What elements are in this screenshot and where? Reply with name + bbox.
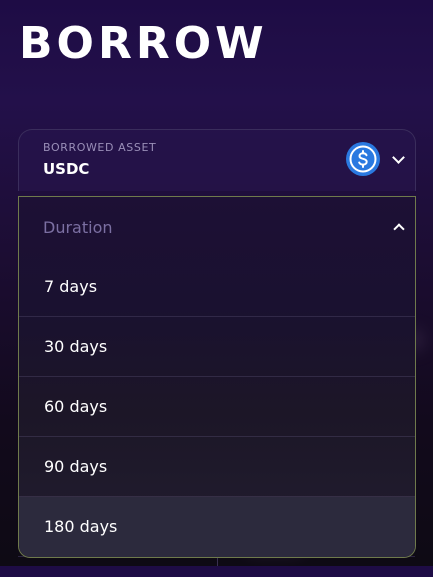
chevron-up-icon[interactable] [393, 223, 405, 235]
duration-options-list: 7 days 30 days 60 days 90 days 180 days [19, 257, 415, 557]
option-label: 60 days [44, 397, 108, 416]
duration-dropdown-title: Duration [43, 218, 113, 237]
chevron-down-icon[interactable] [392, 151, 405, 164]
borrowed-asset-select[interactable]: BORROWED ASSET USDC [18, 129, 416, 191]
duration-option-30-days[interactable]: 30 days [19, 317, 415, 377]
option-label: 7 days [44, 277, 98, 296]
duration-option-60-days[interactable]: 60 days [19, 377, 415, 437]
option-label: 180 days [44, 517, 118, 536]
page-title: BORROW [19, 18, 268, 69]
borrowed-asset-value: USDC [43, 160, 90, 178]
usdc-coin-icon [346, 142, 380, 176]
borrowed-asset-label: BORROWED ASSET [43, 141, 157, 154]
duration-option-180-days[interactable]: 180 days [19, 497, 415, 557]
duration-dropdown-header[interactable]: Duration [19, 197, 415, 257]
duration-option-90-days[interactable]: 90 days [19, 437, 415, 497]
option-label: 90 days [44, 457, 108, 476]
duration-dropdown[interactable]: Duration 7 days 30 days 60 days 90 days … [18, 196, 416, 558]
option-label: 30 days [44, 337, 108, 356]
duration-option-7-days[interactable]: 7 days [19, 257, 415, 317]
